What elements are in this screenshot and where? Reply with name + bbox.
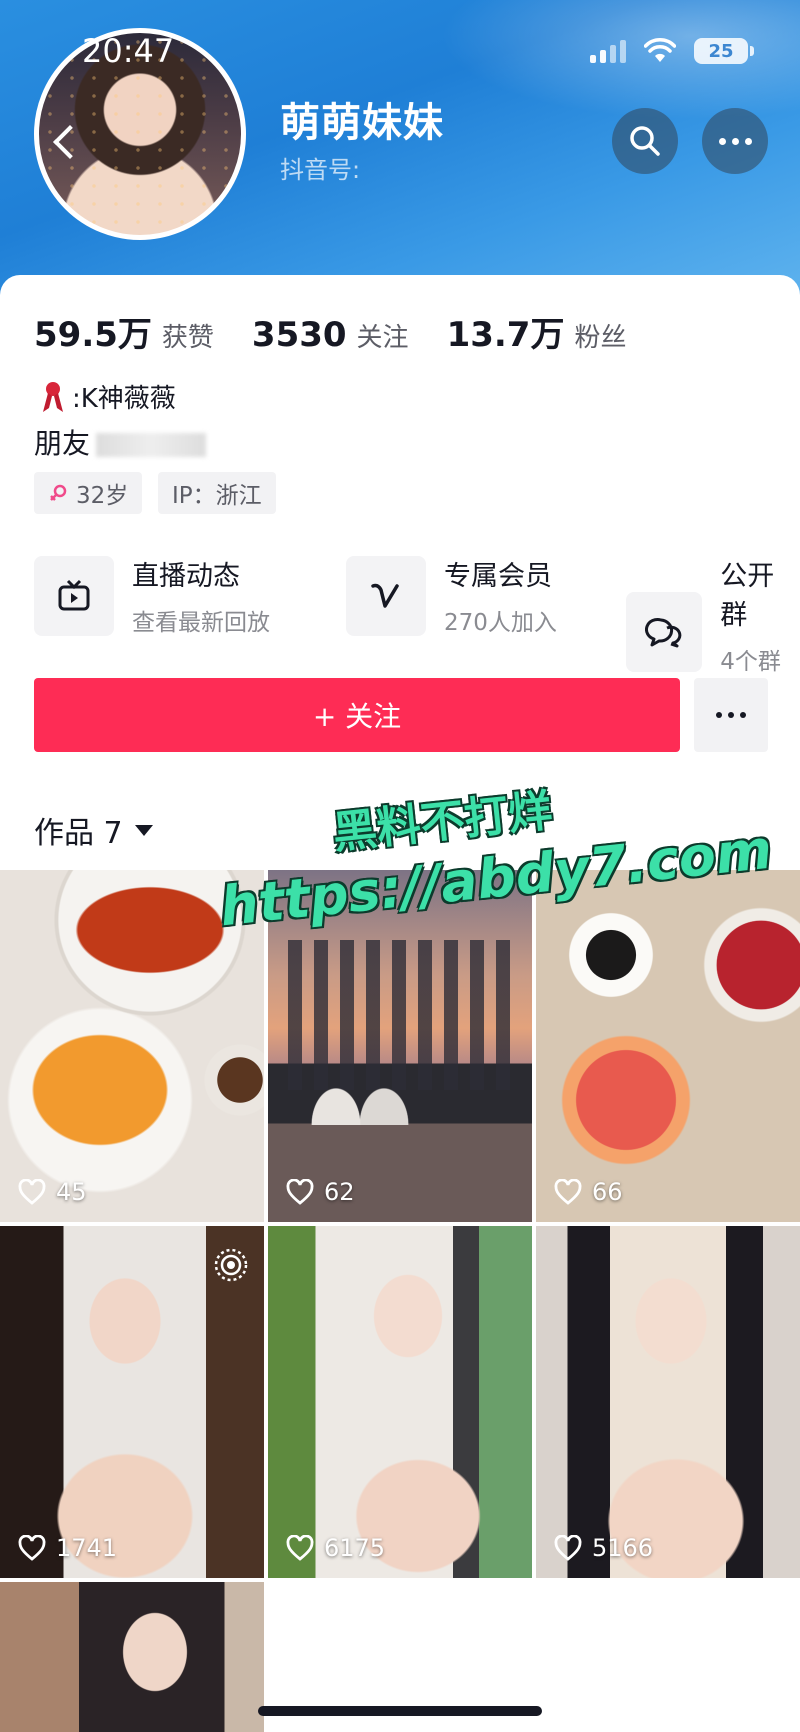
battery-level: 25 xyxy=(708,40,734,62)
likes-overlay: 45 xyxy=(18,1178,87,1206)
post-thumbnail[interactable]: 45 xyxy=(0,870,264,1222)
likes-count: 62 xyxy=(324,1178,355,1206)
bio-text-2: 朋友 xyxy=(34,427,91,460)
home-indicator[interactable] xyxy=(258,1706,542,1716)
ip-text: IP：浙江 xyxy=(172,483,262,509)
follow-more-button[interactable] xyxy=(694,678,768,752)
more-options-button[interactable] xyxy=(702,108,768,174)
profile-name: 萌萌妹妹 xyxy=(280,100,444,146)
likes-overlay: 5166 xyxy=(554,1534,653,1562)
feature-title: 直播动态 xyxy=(132,561,240,592)
post-thumbnail[interactable]: 66 xyxy=(536,870,800,1222)
post-thumbnail[interactable]: 62 xyxy=(268,870,532,1222)
tab-works[interactable]: 作品 7 xyxy=(34,808,153,852)
back-button[interactable] xyxy=(44,118,84,168)
bio-line-2: 朋友 xyxy=(34,422,207,462)
search-icon xyxy=(630,126,660,156)
likes-count: 45 xyxy=(56,1178,87,1206)
tv-icon-box xyxy=(34,555,114,636)
likes-overlay: 66 xyxy=(554,1178,623,1206)
post-thumbnail[interactable]: 6175 xyxy=(268,1226,532,1578)
likes-count[interactable]: 59.5万 xyxy=(34,307,152,356)
female-icon xyxy=(50,484,67,501)
likes-count: 1741 xyxy=(56,1534,118,1562)
live-photo-icon xyxy=(214,1248,248,1282)
post-thumbnail[interactable]: 1741 xyxy=(0,1226,264,1578)
likes-label: 获赞 xyxy=(161,323,214,353)
v-icon xyxy=(371,583,399,608)
feature-title: 公开群 xyxy=(720,561,775,631)
likes-overlay: 6175 xyxy=(286,1534,385,1562)
feature-title: 专属会员 xyxy=(444,561,552,592)
douyin-id-label: 抖音号: xyxy=(280,156,361,184)
works-tab-label: 作品 7 xyxy=(34,816,123,851)
likes-overlay: 1741 xyxy=(18,1534,117,1562)
ribbon-icon xyxy=(43,381,63,412)
heart-icon xyxy=(554,1179,582,1205)
status-icons: 25 xyxy=(590,38,754,64)
feature-subtitle: 查看最新回放 xyxy=(132,610,270,636)
feature-live-updates[interactable]: 直播动态 查看最新回放 xyxy=(34,554,270,637)
likes-count: 6175 xyxy=(324,1534,386,1562)
battery-icon: 25 xyxy=(694,38,754,64)
v-icon-box xyxy=(346,555,426,636)
age-text: 32岁 xyxy=(76,483,129,509)
signal-icon xyxy=(590,39,626,63)
age-tag: 32岁 xyxy=(34,472,143,514)
blurred-text xyxy=(96,433,207,457)
heart-icon xyxy=(286,1179,314,1205)
follow-button[interactable]: + 关注 xyxy=(34,678,680,752)
ip-tag: IP：浙江 xyxy=(158,472,276,514)
tv-icon xyxy=(58,579,90,610)
bio-text-1: :K神薇薇 xyxy=(72,384,176,414)
followers-label: 粉丝 xyxy=(574,323,627,353)
chat-bubbles-icon xyxy=(645,618,682,648)
heart-icon xyxy=(18,1535,46,1561)
bio-line-1: :K神薇薇 xyxy=(40,378,176,415)
feature-membership[interactable]: 专属会员 270人加入 xyxy=(346,554,557,637)
wifi-icon xyxy=(644,38,676,62)
heart-icon xyxy=(18,1179,46,1205)
following-count[interactable]: 3530 xyxy=(252,315,347,355)
followers-count[interactable]: 13.7万 xyxy=(447,307,565,356)
status-time: 20:47 xyxy=(82,32,175,70)
likes-count: 66 xyxy=(592,1178,623,1206)
feature-subtitle: 270人加入 xyxy=(444,610,557,636)
likes-overlay: 62 xyxy=(286,1178,355,1206)
post-thumbnail[interactable]: 5166 xyxy=(536,1226,800,1578)
post-thumbnail[interactable] xyxy=(0,1582,264,1732)
heart-icon xyxy=(286,1535,314,1561)
likes-count: 5166 xyxy=(592,1534,654,1562)
caret-down-icon xyxy=(134,824,153,836)
following-label: 关注 xyxy=(356,323,409,353)
stats-row: 59.5万 获赞 3530 关注 13.7万 粉丝 xyxy=(34,307,664,356)
chat-icon-box xyxy=(626,592,703,672)
heart-icon xyxy=(554,1535,582,1561)
search-button[interactable] xyxy=(612,108,678,174)
